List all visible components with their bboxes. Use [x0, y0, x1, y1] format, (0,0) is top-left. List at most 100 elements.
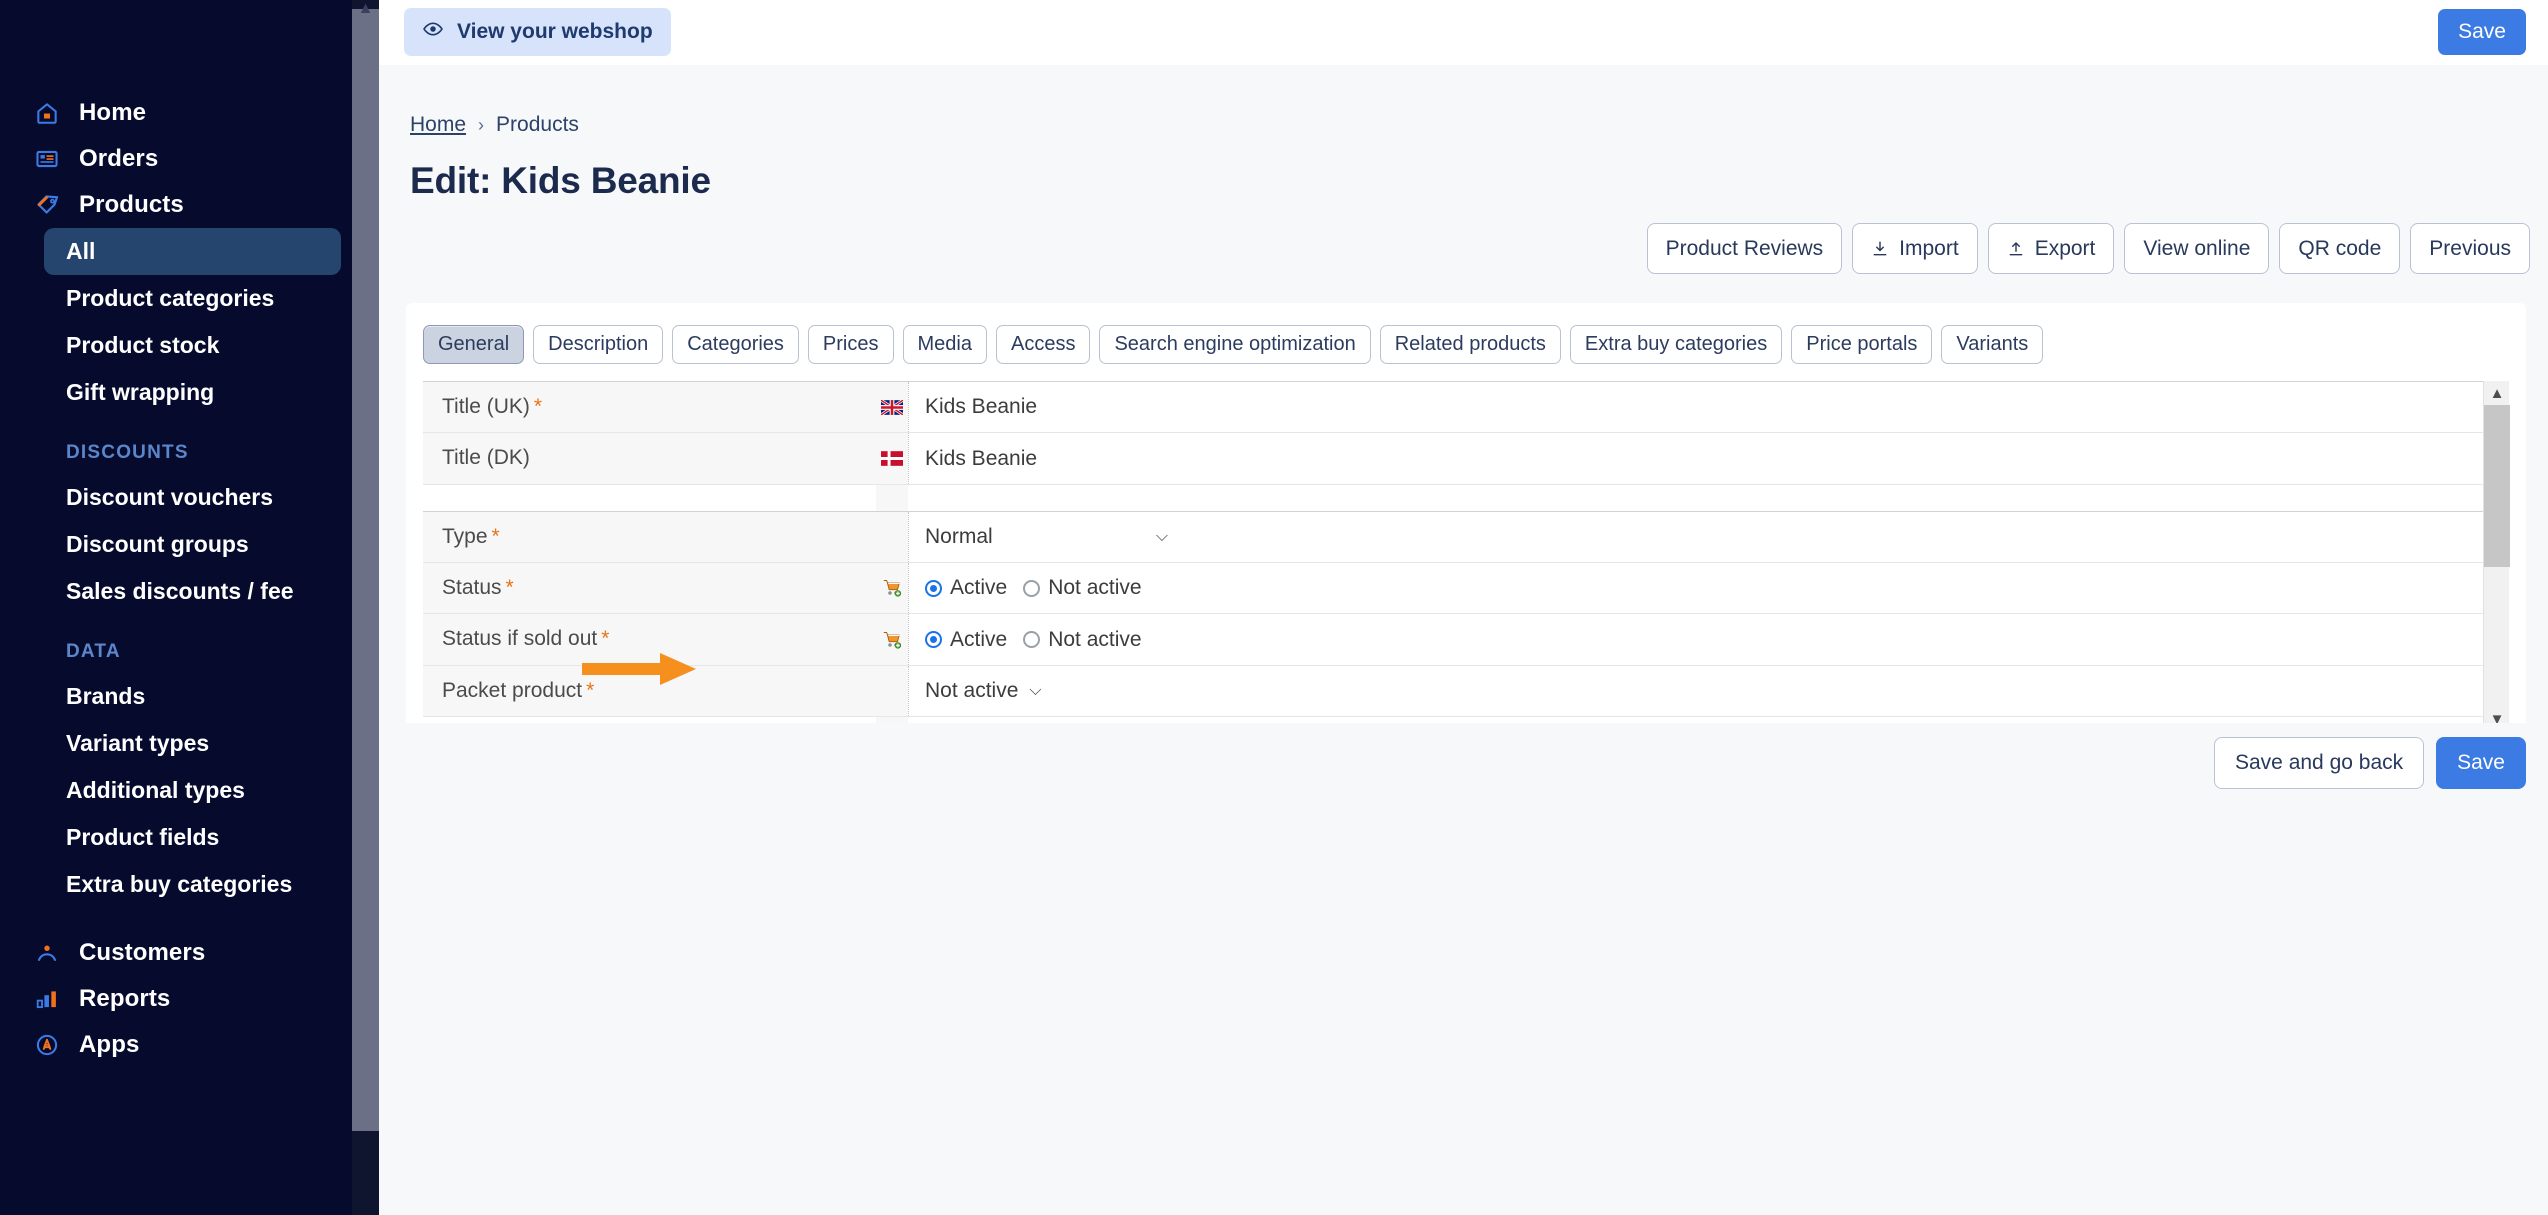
field-label-status-if-sold-out: Status if sold out *	[423, 614, 876, 665]
chevron-down-icon[interactable]: ⌵	[1156, 528, 1168, 546]
view-webshop-button[interactable]: View your webshop	[404, 8, 671, 56]
customer-icon	[33, 939, 61, 967]
sidebar: Home Orders Products All Product categor…	[0, 0, 379, 1215]
sidebar-item-apps[interactable]: Apps	[0, 1022, 352, 1068]
import-button[interactable]: Import	[1852, 223, 1978, 274]
form-row-status-if-sold-out: Status if sold out * Active Not active	[423, 614, 2483, 666]
tab-search-engine-optimization[interactable]: Search engine optimization	[1099, 325, 1371, 364]
sidebar-item-orders[interactable]: Orders	[0, 136, 352, 182]
sidebar-item-product-categories[interactable]: Product categories	[44, 275, 341, 322]
spacer-cell	[876, 484, 908, 511]
sidebar-item-brands[interactable]: Brands	[44, 673, 341, 720]
eye-icon	[422, 18, 444, 46]
form-row-type: Type * Normal ⌵	[423, 510, 2483, 564]
sidebar-item-additional-types[interactable]: Additional types	[44, 767, 341, 814]
general-form-table: Title (UK) * Kids Beanie Title (DK) Kids Bea…	[423, 381, 2483, 731]
sidebar-item-products[interactable]: Products	[0, 182, 352, 228]
breadcrumb-home[interactable]: Home	[410, 113, 466, 137]
sidebar-item-product-stock[interactable]: Product stock	[44, 322, 341, 369]
field-indicator-type	[876, 511, 908, 563]
required-asterisk: *	[533, 395, 543, 418]
sidebar-item-gift-wrapping[interactable]: Gift wrapping	[44, 369, 341, 416]
scroll-up-icon[interactable]: ▲	[2484, 381, 2510, 405]
field-indicator-status	[876, 563, 908, 614]
select-value: Not active	[925, 678, 1019, 702]
radio-dot[interactable]	[925, 579, 942, 597]
tab-label: Variants	[1956, 333, 2029, 355]
view-online-button[interactable]: View online	[2124, 223, 2270, 274]
sidebar-scrollbar-thumb[interactable]	[352, 9, 379, 1131]
tab-variants[interactable]: Variants	[1941, 325, 2044, 364]
tab-description[interactable]: Description	[533, 325, 664, 364]
sidebar-item-product-fields[interactable]: Product fields	[44, 814, 341, 861]
save-and-go-back-button[interactable]: Save and go back	[2214, 737, 2425, 789]
tab-categories[interactable]: Categories	[672, 325, 799, 364]
sidebar-item-all[interactable]: All	[44, 228, 341, 275]
save-button-footer[interactable]: Save	[2436, 737, 2526, 789]
tab-label: Price portals	[1806, 333, 1918, 355]
radio-option-active[interactable]: Active	[925, 576, 1007, 600]
sidebar-item-discount-vouchers[interactable]: Discount vouchers	[44, 474, 341, 521]
tab-general[interactable]: General	[423, 325, 525, 364]
sidebar-item-variant-types[interactable]: Variant types	[44, 720, 341, 767]
tab-access[interactable]: Access	[995, 325, 1091, 364]
sidebar-item-discount-groups[interactable]: Discount groups	[44, 521, 341, 568]
tab-label: Categories	[687, 333, 784, 355]
export-button[interactable]: Export	[1987, 223, 2115, 274]
scroll-up-icon[interactable]: ▲	[352, 0, 379, 18]
form-row-title-uk: Title (UK) * Kids Beanie	[423, 381, 2483, 434]
radio-dot[interactable]	[1023, 579, 1041, 597]
save-button-top[interactable]: Save	[2438, 9, 2526, 55]
tab-media[interactable]: Media	[902, 325, 987, 364]
field-indicator-packet-product	[876, 665, 908, 717]
field-indicator-title-dk	[876, 433, 908, 484]
select-packet-product[interactable]: Not active ⌵	[925, 679, 1042, 703]
shop-cart-icon	[882, 578, 903, 598]
tab-extra-buy-categories[interactable]: Extra buy categories	[1569, 325, 1783, 364]
tab-label: Search engine optimization	[1114, 333, 1356, 355]
field-value-packet-product[interactable]: Not active ⌵	[908, 665, 2483, 717]
text-input-value[interactable]: Kids Beanie	[925, 447, 1037, 471]
chevron-down-icon: ⌵	[1029, 681, 1042, 699]
sidebar-item-reports[interactable]: Reports	[0, 976, 352, 1022]
sidebar-section-data: DATA	[66, 641, 121, 662]
flag-uk-icon	[880, 398, 904, 416]
field-value-status-if-sold-out[interactable]: Active Not active	[908, 614, 2483, 665]
product-reviews-button[interactable]: Product Reviews	[1646, 223, 1843, 274]
sidebar-nav: Home Orders Products All Product categor…	[0, 0, 352, 1215]
field-value-type[interactable]: Normal ⌵	[908, 511, 2483, 563]
form-row-title-dk: Title (DK) Kids Beanie	[423, 433, 2483, 485]
form-row-spacer	[423, 484, 2483, 511]
apps-icon	[33, 1031, 61, 1059]
select-value: Normal	[925, 524, 993, 548]
sidebar-item-label: Customers	[79, 939, 206, 966]
tab-price-portals[interactable]: Price portals	[1791, 325, 1933, 364]
radio-option-not-active[interactable]: Not active	[1023, 576, 1142, 600]
radio-option-not-active[interactable]: Not active	[1023, 628, 1142, 652]
radio-option-active[interactable]: Active	[925, 628, 1007, 652]
qr-code-label: QR code	[2298, 236, 2382, 260]
sidebar-item-extra-buy-categories[interactable]: Extra buy categories	[44, 861, 341, 908]
form-scrollbar[interactable]: ▲ ▼	[2483, 381, 2510, 731]
spacer-cell	[908, 484, 2483, 511]
field-label-title-dk: Title (DK)	[423, 433, 876, 484]
field-value-title-dk[interactable]: Kids Beanie	[908, 433, 2483, 484]
field-label-packet-product: Packet product *	[423, 665, 876, 717]
radio-dot[interactable]	[925, 631, 942, 649]
qr-code-button[interactable]: QR code	[2279, 223, 2401, 274]
field-value-title-uk[interactable]: Kids Beanie	[908, 382, 2483, 433]
radio-group-status: Active Not active	[925, 576, 1142, 600]
form-scrollbar-thumb[interactable]	[2484, 405, 2510, 567]
sidebar-item-sales-discounts-fee[interactable]: Sales discounts / fee	[44, 568, 341, 615]
product-reviews-label: Product Reviews	[1665, 236, 1824, 260]
tab-prices[interactable]: Prices	[807, 325, 894, 364]
sidebar-item-home[interactable]: Home	[0, 90, 352, 136]
field-value-status[interactable]: Active Not active	[908, 563, 2483, 614]
previous-button[interactable]: Previous	[2410, 223, 2530, 274]
tab-related-products[interactable]: Related products	[1379, 325, 1561, 364]
text-input-value[interactable]: Kids Beanie	[925, 395, 1037, 419]
top-bar: View your webshop Save	[379, 0, 2548, 65]
tab-label: Prices	[822, 333, 879, 355]
radio-dot[interactable]	[1023, 631, 1041, 649]
sidebar-item-customers[interactable]: Customers	[0, 930, 352, 976]
